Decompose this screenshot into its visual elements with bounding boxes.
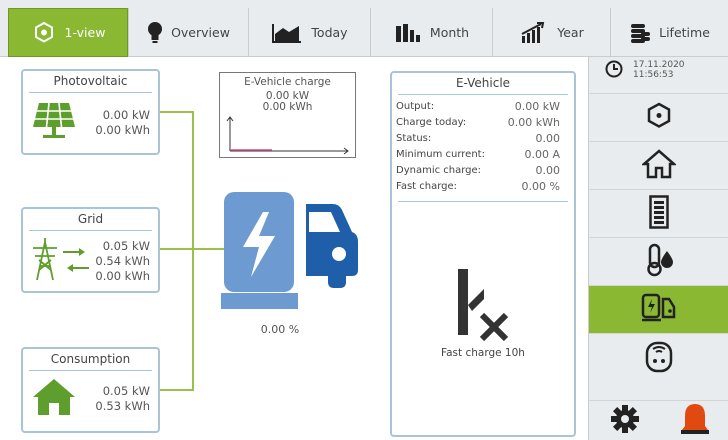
tab-label: 1-view	[64, 25, 106, 40]
panel-title: Grid	[29, 209, 152, 231]
mini-chart-axes	[226, 116, 349, 155]
photovoltaic-panel[interactable]: Photovoltaic 0.00 kW 0.00 kWh	[21, 69, 160, 155]
sidebar-item-home[interactable]	[589, 141, 728, 189]
tab-label: Overview	[171, 25, 230, 40]
consumption-panel[interactable]: Consumption 0.05 kW 0.53 kWh	[21, 347, 160, 433]
ev-row-status: Status: 0.00	[396, 132, 560, 145]
ev-charger-icon	[221, 192, 358, 309]
clock-time: 11:56:53	[633, 70, 674, 80]
charger-car-graphic	[221, 192, 361, 312]
pv-power: 0.00 kW	[102, 108, 150, 122]
coins-icon	[629, 21, 651, 45]
ev-row-output: Output: 0.00 kW	[396, 100, 560, 113]
ev-details: Output: 0.00 kW Charge today: 0.00 kWh S…	[392, 95, 574, 195]
sidebar-item-heating[interactable]	[589, 237, 728, 285]
power-pylon-icon	[29, 236, 93, 286]
battery-icon	[648, 194, 669, 233]
clock-icon	[605, 60, 623, 82]
tab-lifetime[interactable]: Lifetime	[610, 8, 728, 57]
house-icon	[640, 148, 677, 183]
smart-plug-icon	[645, 339, 673, 377]
thermometer-drop-icon	[642, 243, 676, 281]
tab-label: Month	[429, 25, 470, 40]
hub-icon	[31, 20, 57, 46]
tab-1-view[interactable]: 1-view	[8, 8, 128, 57]
grid-import: 0.54 kWh	[95, 253, 150, 268]
hub-icon	[644, 101, 674, 135]
ev-charge-chart[interactable]: E-Vehicle charge 0.00 kW 0.00 kWh	[219, 72, 356, 158]
e-vehicle-panel[interactable]: E-Vehicle Output: 0.00 kW Charge today: …	[390, 71, 576, 437]
consumption-power: 0.05 kW	[102, 384, 150, 398]
solar-panel-icon	[31, 101, 77, 145]
charge-percent: 0.00 %	[260, 323, 300, 336]
clock: 17.11.2020 11:56:53	[589, 57, 728, 93]
sidebar-item-battery[interactable]	[589, 189, 728, 237]
divider	[398, 201, 568, 202]
trend-chart-icon	[519, 21, 549, 45]
fast-charge-label: Fast charge 10h	[441, 347, 525, 359]
panel-title: E-Vehicle	[398, 73, 568, 95]
grid-power: 0.05 kW	[102, 238, 150, 253]
gear-icon[interactable]	[609, 403, 641, 439]
bar-chart-icon	[394, 22, 422, 44]
tab-overview[interactable]: Overview	[128, 8, 248, 57]
panel-title: Consumption	[29, 349, 152, 371]
house-icon	[31, 377, 77, 421]
sidebar-item-overview[interactable]	[589, 93, 728, 141]
fast-charge-area[interactable]: Fast charge 10h	[392, 269, 574, 359]
alarm-bell-icon[interactable]	[680, 402, 710, 440]
tab-label: Today	[311, 25, 348, 40]
pv-energy: 0.00 kWh	[95, 123, 150, 137]
sidebar: 17.11.2020 11:56:53	[588, 57, 728, 440]
clock-date: 17.11.2020	[633, 60, 685, 70]
panel-title: Photovoltaic	[29, 71, 152, 93]
sidebar-footer	[589, 400, 728, 440]
area-chart-icon	[271, 22, 303, 44]
ev-row-fast-charge: Fast charge: 0.00 %	[396, 180, 560, 193]
tab-bar: 1-view Overview Today Month Year Lifetim…	[0, 0, 728, 57]
tab-year[interactable]: Year	[492, 8, 610, 57]
fast-charge-off-icon	[450, 269, 516, 345]
tab-today[interactable]: Today	[248, 8, 370, 57]
sidebar-item-smart-plug[interactable]	[589, 333, 728, 381]
tab-label: Lifetime	[659, 25, 710, 40]
ev-row-charge-today: Charge today: 0.00 kWh	[396, 116, 560, 129]
tab-month[interactable]: Month	[370, 8, 492, 57]
grid-export: 0.00 kWh	[95, 268, 150, 283]
sidebar-item-e-vehicle[interactable]	[589, 285, 728, 333]
ev-row-dynamic-charge: Dynamic charge: 0.00	[396, 164, 560, 177]
grid-panel[interactable]: Grid 0.05 kW 0.54 kWh 0.00 kWh	[21, 207, 160, 293]
bulb-icon	[147, 21, 163, 45]
main-area: Photovoltaic 0.00 kW 0.00 kWh Grid 0.05 …	[0, 57, 588, 440]
ev-charger-icon	[641, 293, 677, 327]
ev-row-minimum-current: Minimum current: 0.00 A	[396, 148, 560, 161]
tab-label: Year	[557, 25, 584, 40]
consumption-energy: 0.53 kWh	[95, 399, 150, 413]
